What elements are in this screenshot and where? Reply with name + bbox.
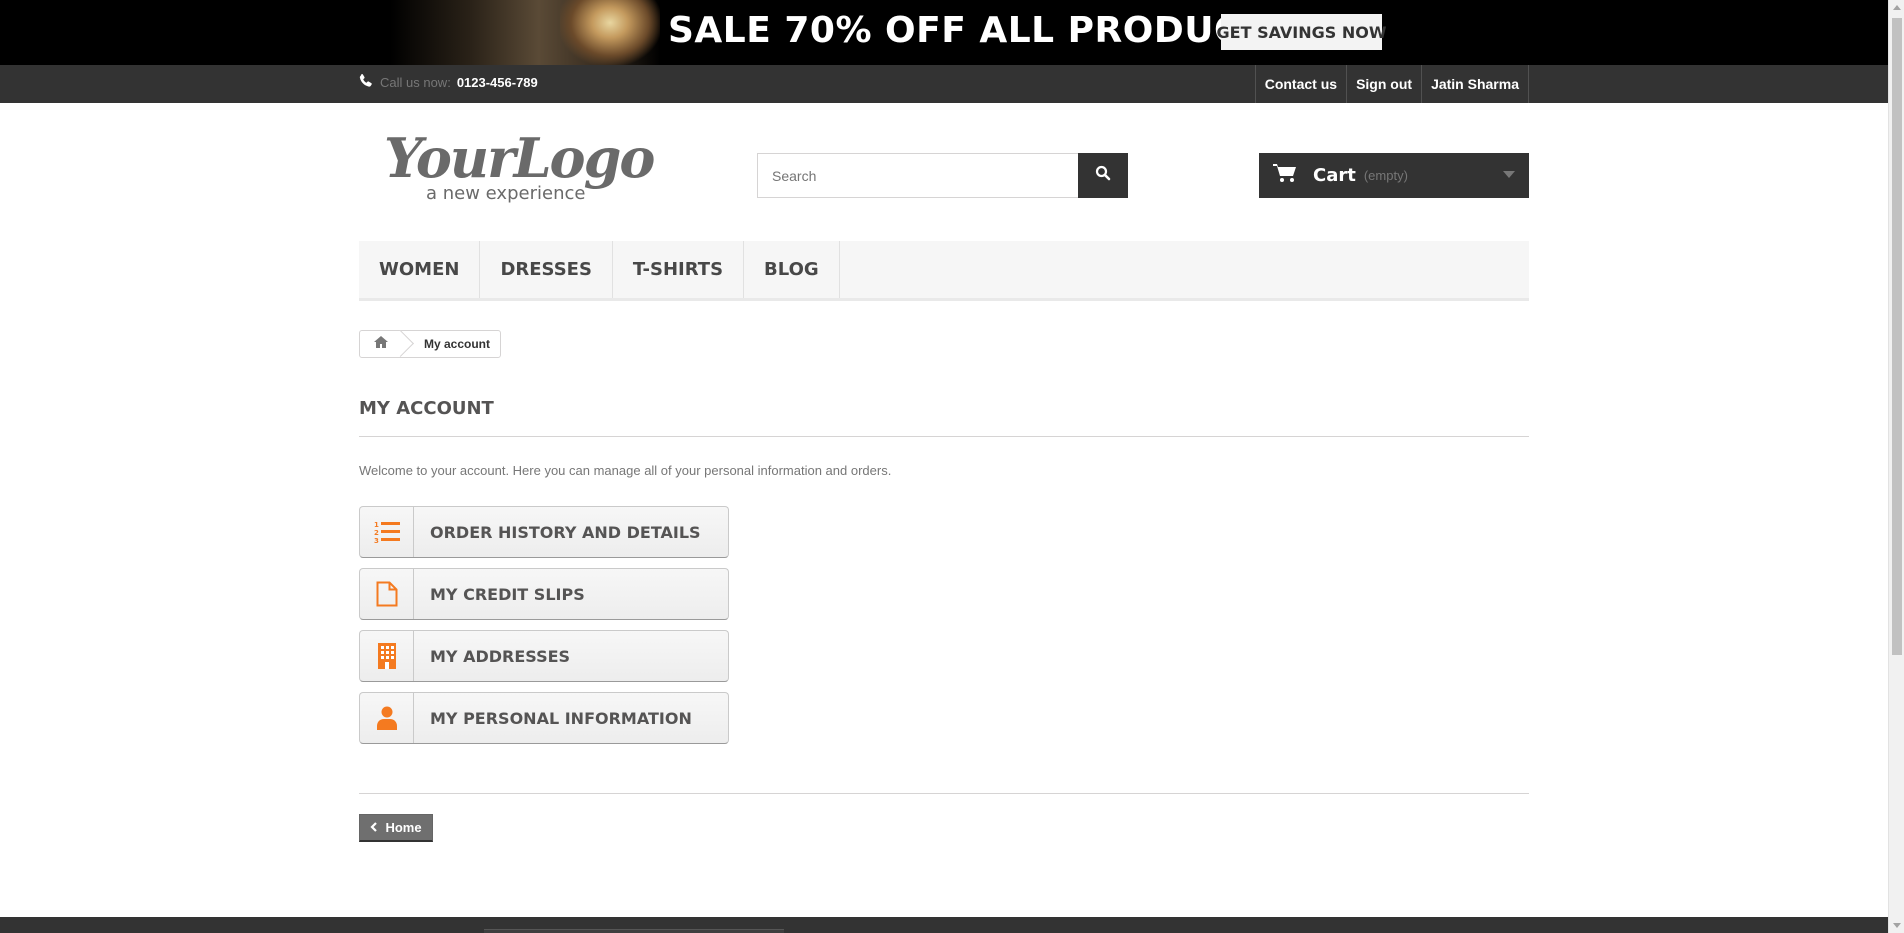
svg-text:1: 1 — [374, 521, 379, 529]
breadcrumb-home[interactable] — [360, 331, 402, 357]
page-title: MY ACCOUNT — [359, 397, 1529, 437]
shopping-cart-icon — [1273, 163, 1297, 188]
home-button[interactable]: Home — [359, 814, 433, 842]
logo-wordmark: YourLogo — [384, 126, 654, 190]
scroll-up-icon[interactable] — [1893, 5, 1901, 10]
search-input[interactable] — [757, 153, 1078, 198]
call-us-label: Call us now: — [380, 75, 451, 90]
order-history-button[interactable]: 1 2 3 ORDER HISTORY AND DETAILS — [359, 506, 729, 558]
account-intro-text: Welcome to your account. Here you can ma… — [359, 463, 892, 478]
home-icon — [374, 335, 388, 353]
top-nav-links: Contact us Sign out Jatin Sharma — [1254, 65, 1529, 103]
credit-slips-button[interactable]: MY CREDIT SLIPS — [359, 568, 729, 620]
page-scrollbar[interactable] — [1888, 0, 1904, 933]
addresses-button[interactable]: MY ADDRESSES — [359, 630, 729, 682]
logo-tagline: a new experience — [426, 183, 585, 204]
menu-item-dresses[interactable]: DRESSES — [480, 241, 613, 298]
cart-label: Cart — [1313, 165, 1356, 186]
footer-bar — [0, 917, 1888, 933]
credit-slips-label: MY CREDIT SLIPS — [430, 584, 585, 604]
search-icon — [1095, 165, 1111, 186]
top-nav-bar: Call us now: 0123-456-789 Contact us Sig… — [0, 65, 1888, 103]
main-menu: WOMEN DRESSES T-SHIRTS BLOG — [359, 241, 1529, 301]
divider — [359, 793, 1529, 794]
cart-status: (empty) — [1363, 168, 1408, 183]
sign-out-link[interactable]: Sign out — [1346, 65, 1421, 103]
user-account-link[interactable]: Jatin Sharma — [1421, 65, 1529, 103]
search-bar — [757, 153, 1128, 198]
breadcrumb: My account — [359, 330, 502, 358]
footer-newsletter-strip — [484, 929, 784, 933]
order-history-label: ORDER HISTORY AND DETAILS — [430, 522, 701, 542]
building-icon — [360, 631, 414, 681]
call-us: Call us now: 0123-456-789 — [358, 73, 538, 92]
page: SALE 70% OFF ALL PRODUCTS GET SAVINGS NO… — [0, 0, 1904, 933]
phone-icon — [358, 73, 374, 92]
site-logo[interactable]: YourLogo a new experience — [382, 125, 667, 207]
menu-item-tshirts[interactable]: T-SHIRTS — [613, 241, 745, 298]
scrollbar-thumb[interactable] — [1892, 18, 1902, 655]
cart-button[interactable]: Cart (empty) — [1259, 153, 1529, 198]
file-icon — [360, 569, 414, 619]
addresses-label: MY ADDRESSES — [430, 646, 571, 666]
get-savings-button[interactable]: GET SAVINGS NOW — [1217, 14, 1386, 50]
banner-model-image — [560, 0, 660, 65]
list-ol-icon: 1 2 3 — [360, 507, 414, 557]
personal-info-button[interactable]: MY PERSONAL INFORMATION — [359, 692, 729, 744]
home-button-label: Home — [385, 820, 422, 835]
chevron-down-icon — [1503, 171, 1515, 178]
personal-info-label: MY PERSONAL INFORMATION — [430, 708, 692, 728]
banner-headline: SALE 70% OFF ALL PRODUCTS — [668, 10, 1293, 51]
account-links: 1 2 3 ORDER HISTORY AND DETAILS MY CREDI… — [359, 506, 729, 754]
svg-text:3: 3 — [374, 537, 379, 544]
contact-us-link[interactable]: Contact us — [1254, 65, 1346, 103]
user-icon — [360, 693, 414, 743]
menu-item-blog[interactable]: BLOG — [744, 241, 840, 298]
promo-banner[interactable]: SALE 70% OFF ALL PRODUCTS GET SAVINGS NO… — [0, 0, 1888, 65]
search-button[interactable] — [1078, 153, 1128, 198]
menu-item-women[interactable]: WOMEN — [359, 241, 481, 298]
phone-number: 0123-456-789 — [456, 75, 538, 90]
svg-text:2: 2 — [374, 529, 379, 537]
chevron-left-icon — [370, 820, 378, 835]
breadcrumb-current: My account — [424, 337, 491, 351]
scroll-down-icon[interactable] — [1893, 923, 1901, 928]
